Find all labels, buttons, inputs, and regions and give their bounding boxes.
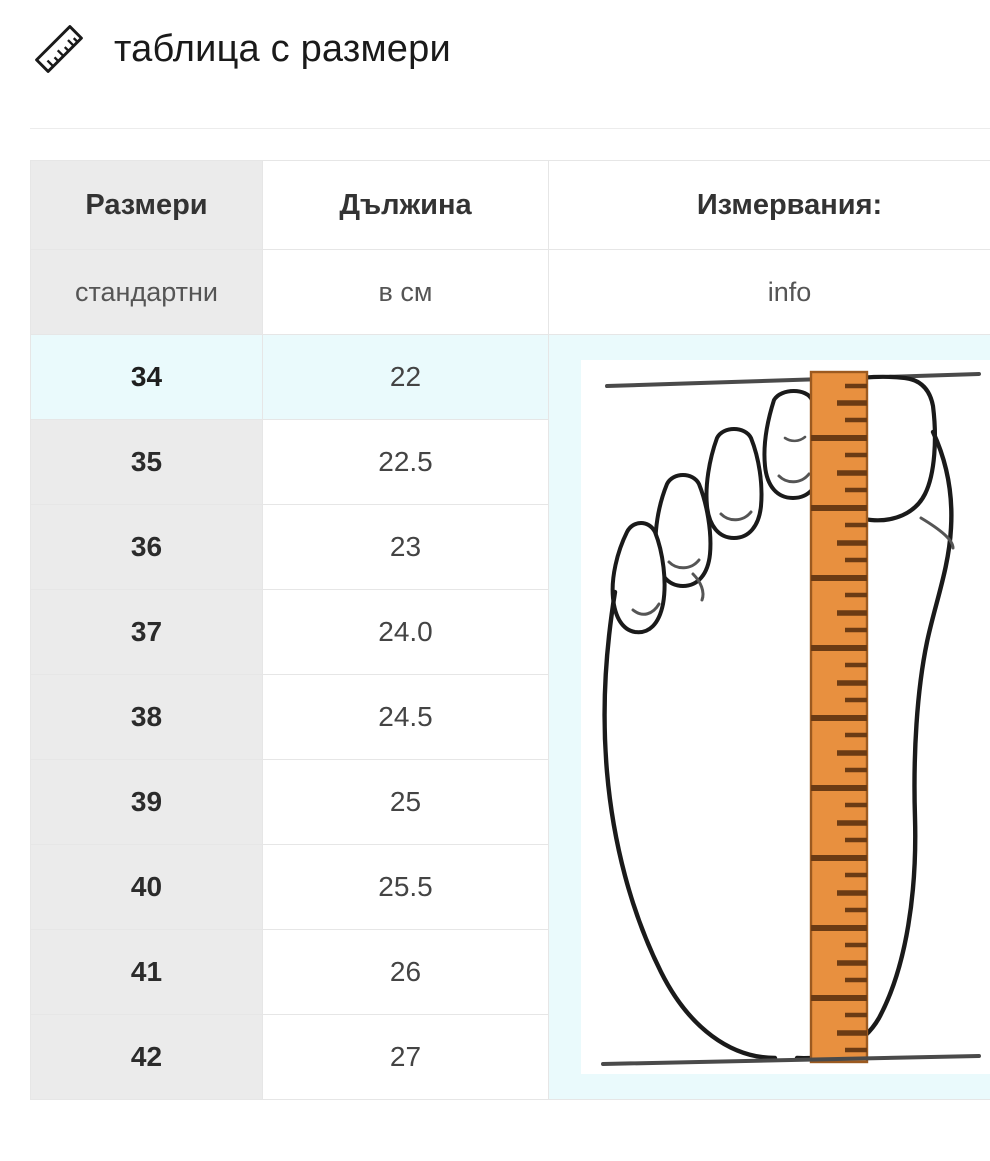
cell-length: 22.5 xyxy=(262,419,549,505)
column-header-sizes: Размери xyxy=(30,160,263,250)
foot-diagram-wrap xyxy=(549,342,990,1092)
table-row[interactable]: 34 22 xyxy=(30,334,990,1100)
cell-size: 37 xyxy=(30,589,263,675)
column-header-measurements: Измервания: xyxy=(548,160,990,250)
foot-measurement-diagram xyxy=(548,334,990,1100)
cell-size: 42 xyxy=(30,1014,263,1100)
header-divider xyxy=(30,128,990,129)
cell-size: 36 xyxy=(30,504,263,590)
cell-length: 27 xyxy=(262,1014,549,1100)
cell-size: 34 xyxy=(30,334,263,420)
subheader-info: info xyxy=(548,249,990,335)
cell-length: 23 xyxy=(262,504,549,590)
ruler-overlay xyxy=(809,370,869,1064)
cell-size: 40 xyxy=(30,844,263,930)
cell-length: 22 xyxy=(262,334,549,420)
cell-length: 25 xyxy=(262,759,549,845)
size-chart-header: таблица с размери xyxy=(0,0,990,73)
cell-length: 24.5 xyxy=(262,674,549,760)
cell-size: 35 xyxy=(30,419,263,505)
table-subheader-row: стандартни в см info xyxy=(30,249,990,335)
foot-diagram-svg xyxy=(581,360,990,1074)
page-title: таблица с размери xyxy=(114,28,451,70)
table-header-row: Размери Дължина Измервания: xyxy=(30,160,990,250)
cell-length: 25.5 xyxy=(262,844,549,930)
cell-size: 41 xyxy=(30,929,263,1015)
cell-size: 39 xyxy=(30,759,263,845)
cell-length: 26 xyxy=(262,929,549,1015)
cell-size: 38 xyxy=(30,674,263,760)
size-chart-table: Размери Дължина Измервания: стандартни в… xyxy=(30,160,990,1100)
ruler-icon xyxy=(35,25,83,73)
subheader-cm: в см xyxy=(262,249,549,335)
cell-length: 24.0 xyxy=(262,589,549,675)
column-header-length: Дължина xyxy=(262,160,549,250)
subheader-standard: стандартни xyxy=(30,249,263,335)
